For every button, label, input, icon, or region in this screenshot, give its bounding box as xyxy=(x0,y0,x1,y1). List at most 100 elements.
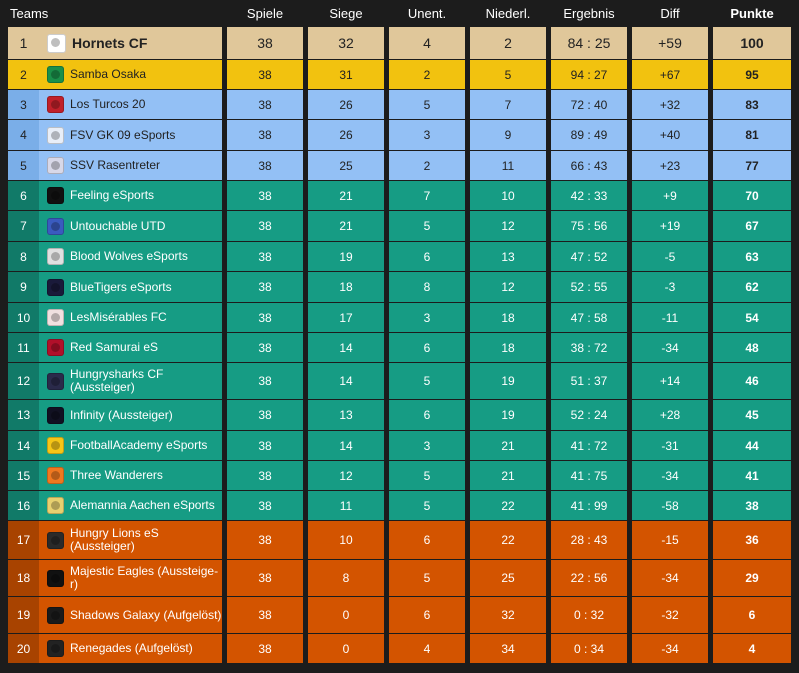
cell-ergebnis: 52 : 55 xyxy=(551,272,627,302)
cell-punkte: 95 xyxy=(713,60,791,89)
cell-ergebnis: 84 : 25 xyxy=(551,27,627,59)
table-row[interactable]: 2 Samba Osaka 38 31 2 5 94 : 27 +67 95 xyxy=(0,60,799,89)
table-row[interactable]: 7 Untouchable UTD 38 21 5 12 75 : 56 +19 67 xyxy=(0,211,799,241)
cell-siege: 8 xyxy=(308,560,384,596)
team-cell[interactable]: LesMisérables FC xyxy=(39,303,222,332)
team-cell[interactable]: Infinity (Aussteiger) xyxy=(39,400,222,430)
table-row[interactable]: 1 Hornets CF 38 32 4 2 84 : 25 +59 100 xyxy=(0,27,799,59)
team-name: Shadows Galaxy (Aufgelöst) xyxy=(70,607,222,622)
cell-punkte: 36 xyxy=(713,521,791,559)
team-logo-icon xyxy=(47,531,64,549)
team-cell[interactable]: Hungrysharks CF (Aussteiger) xyxy=(39,363,222,399)
team-cell[interactable]: Three Wanderers xyxy=(39,461,222,490)
team-cell[interactable]: Los Turcos 20 xyxy=(39,90,222,119)
cell-siege: 26 xyxy=(308,120,384,150)
cell-punkte: 48 xyxy=(713,333,791,362)
cell-niederl: 34 xyxy=(470,634,546,663)
team-cell[interactable]: Hornets CF xyxy=(39,27,222,59)
rank-cell: 2 xyxy=(8,60,40,89)
team-cell[interactable]: Red Samurai eS xyxy=(39,333,222,362)
table-row[interactable]: 12 Hungrysharks CF (Aussteiger) 38 14 5 19 51 … xyxy=(0,363,799,399)
cell-punkte: 54 xyxy=(713,303,791,332)
team-name: Feeling eSports xyxy=(70,188,155,202)
cell-spiele: 38 xyxy=(227,151,303,180)
cell-unent: 5 xyxy=(389,363,465,399)
team-cell[interactable]: Majestic Eagles (Aussteige-r) xyxy=(39,560,222,596)
table-row[interactable]: 4 FSV GK 09 eSports 38 26 3 9 89 : 49 +40 81 xyxy=(0,120,799,150)
cell-ergebnis: 41 : 99 xyxy=(551,491,627,520)
table-row[interactable]: 20 Renegades (Aufgelöst) 38 0 4 34 0 : 34 -34 4 xyxy=(0,634,799,663)
team-cell[interactable]: Renegades (Aufgelöst) xyxy=(39,634,222,663)
cell-spiele: 38 xyxy=(227,90,303,119)
cell-spiele: 38 xyxy=(227,363,303,399)
table-row[interactable]: 18 Majestic Eagles (Aussteige-r) 38 8 5 25 22 … xyxy=(0,560,799,596)
team-logo-icon xyxy=(47,248,64,265)
cell-niederl: 5 xyxy=(470,60,546,89)
cell-ergebnis: 38 : 72 xyxy=(551,333,627,362)
cell-niederl: 22 xyxy=(470,521,546,559)
cell-spiele: 38 xyxy=(227,181,303,210)
team-cell[interactable]: Blood Wolves eSports xyxy=(39,242,222,271)
cell-niederl: 12 xyxy=(470,211,546,241)
cell-diff: -31 xyxy=(632,431,708,460)
table-row[interactable]: 15 Three Wanderers 38 12 5 21 41 : 75 -34 41 xyxy=(0,461,799,490)
cell-niederl: 19 xyxy=(470,400,546,430)
table-row[interactable]: 13 Infinity (Aussteiger) 38 13 6 19 52 : 24 +28… xyxy=(0,400,799,430)
table-row[interactable]: 5 SSV Rasentreter 38 25 2 11 66 : 43 +23 77 xyxy=(0,151,799,180)
cell-niederl: 12 xyxy=(470,272,546,302)
cell-niederl: 18 xyxy=(470,303,546,332)
table-row[interactable]: 16 Alemannia Aachen eSports 38 11 5 22 41 : 99… xyxy=(0,491,799,520)
team-cell[interactable]: BlueTigers eSports xyxy=(39,272,222,302)
cell-punkte: 45 xyxy=(713,400,791,430)
team-logo-icon xyxy=(47,66,64,83)
rank-cell: 1 xyxy=(8,27,40,59)
team-name: Infinity (Aussteiger) xyxy=(70,407,173,422)
team-cell[interactable]: Alemannia Aachen eSports xyxy=(39,491,222,520)
cell-siege: 12 xyxy=(308,461,384,490)
table-row[interactable]: 19 Shadows Galaxy (Aufgelöst) 38 0 6 32 0 : 32… xyxy=(0,597,799,633)
team-logo-icon xyxy=(47,187,64,204)
team-cell[interactable]: FootballAcademy eSports xyxy=(39,431,222,460)
team-name: BlueTigers eSports xyxy=(70,279,172,294)
team-logo-icon xyxy=(47,640,64,657)
cell-ergebnis: 89 : 49 xyxy=(551,120,627,150)
cell-punkte: 67 xyxy=(713,211,791,241)
table-row[interactable]: 11 Red Samurai eS 38 14 6 18 38 : 72 -34 48 xyxy=(0,333,799,362)
team-name: Majestic Eagles (Aussteige-r) xyxy=(70,564,219,591)
header-siege: Siege xyxy=(329,6,363,21)
cell-unent: 5 xyxy=(389,491,465,520)
team-name: Hungrysharks CF (Aussteiger) xyxy=(70,367,164,394)
cell-ergebnis: 94 : 27 xyxy=(551,60,627,89)
table-row[interactable]: 6 Feeling eSports 38 21 7 10 42 : 33 +9 70 xyxy=(0,181,799,210)
team-cell[interactable]: Untouchable UTD xyxy=(39,211,222,241)
table-row[interactable]: 9 BlueTigers eSports 38 18 8 12 52 : 55 -3 62 xyxy=(0,272,799,302)
cell-punkte: 62 xyxy=(713,272,791,302)
cell-siege: 21 xyxy=(308,181,384,210)
table-row[interactable]: 8 Blood Wolves eSports 38 19 6 13 47 : 52 -5 63 xyxy=(0,242,799,271)
cell-unent: 5 xyxy=(389,560,465,596)
team-cell[interactable]: Samba Osaka xyxy=(39,60,222,89)
rank-cell: 19 xyxy=(8,597,40,633)
team-cell[interactable]: Feeling eSports xyxy=(39,181,222,210)
team-cell[interactable]: SSV Rasentreter xyxy=(39,151,222,180)
cell-siege: 14 xyxy=(308,333,384,362)
table-row[interactable]: 3 Los Turcos 20 38 26 5 7 72 : 40 +32 83 xyxy=(0,90,799,119)
table-row[interactable]: 14 FootballAcademy eSports 38 14 3 21 41 : 72-… xyxy=(0,431,799,460)
table-row[interactable]: 10 LesMisérables FC 38 17 3 18 47 : 58 -11 54 xyxy=(0,303,799,332)
cell-spiele: 38 xyxy=(227,521,303,559)
cell-spiele: 38 xyxy=(227,431,303,460)
team-cell[interactable]: FSV GK 09 eSports xyxy=(39,120,222,150)
team-logo-icon xyxy=(47,372,64,390)
cell-unent: 7 xyxy=(389,181,465,210)
table-row[interactable]: 17 Hungry Lions eS (Aussteiger) 38 10 6 22 28 … xyxy=(0,521,799,559)
rank-cell: 15 xyxy=(8,461,40,490)
cell-unent: 3 xyxy=(389,120,465,150)
cell-punkte: 29 xyxy=(713,560,791,596)
team-name: Hornets CF xyxy=(72,34,148,51)
cell-unent: 8 xyxy=(389,272,465,302)
team-name: Los Turcos 20 xyxy=(70,97,146,111)
team-cell[interactable]: Hungry Lions eS (Aussteiger) xyxy=(39,521,222,559)
team-logo-icon xyxy=(47,278,64,296)
team-cell[interactable]: Shadows Galaxy (Aufgelöst) xyxy=(39,597,222,633)
cell-ergebnis: 41 : 72 xyxy=(551,431,627,460)
